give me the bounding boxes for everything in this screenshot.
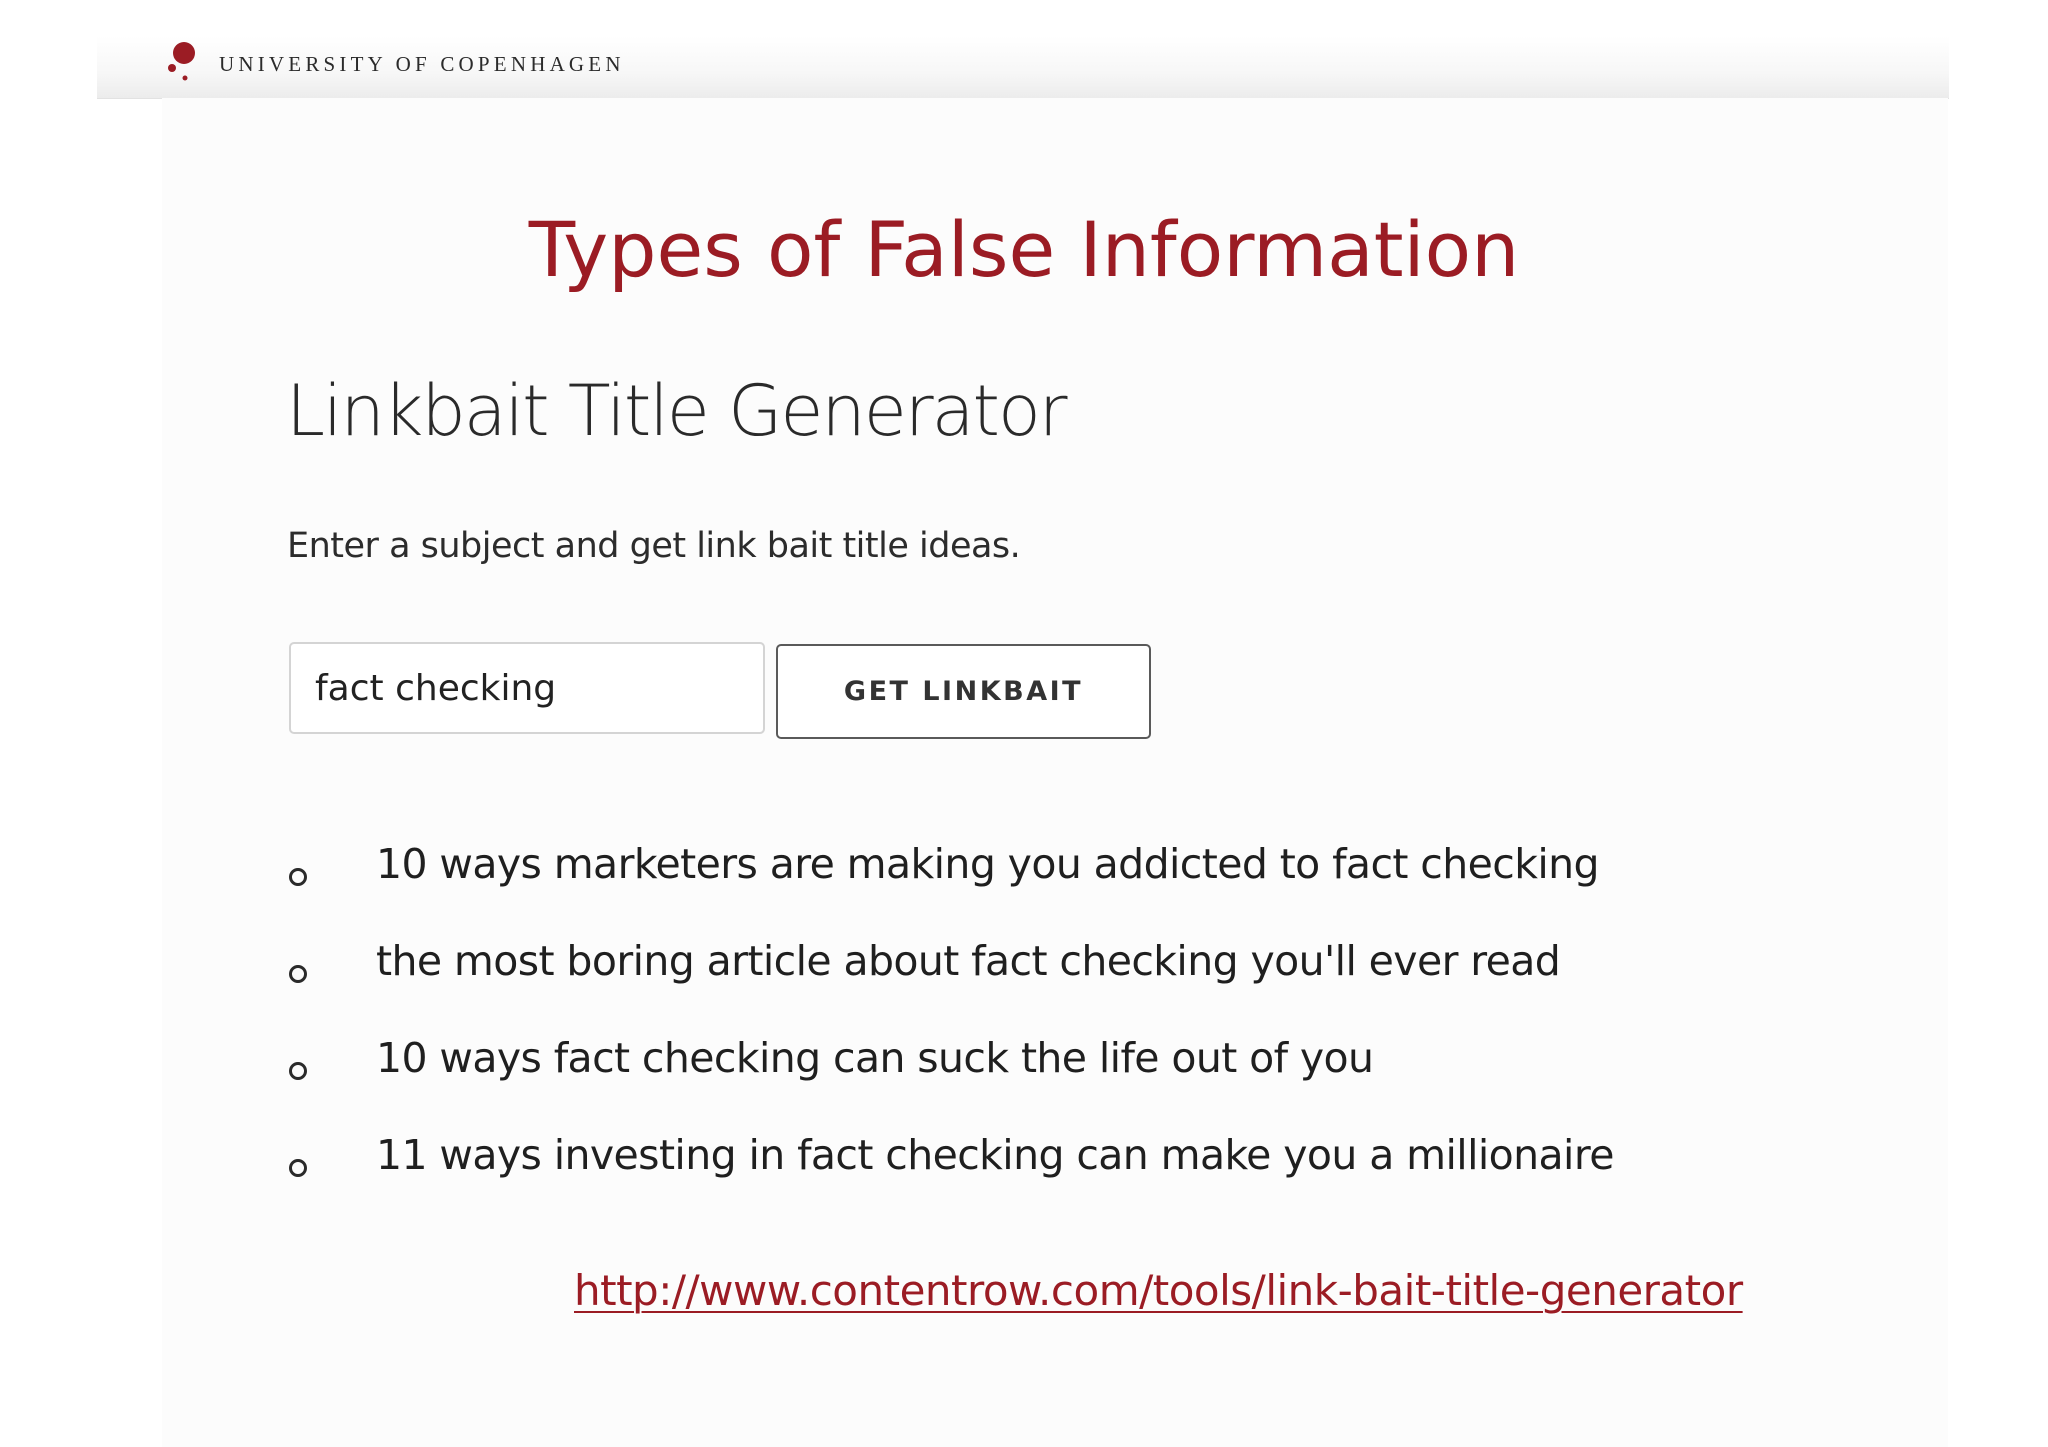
source-link[interactable]: http://www.contentrow.com/tools/link-bai…: [574, 1266, 1743, 1315]
slide-title: Types of False Information: [528, 205, 1520, 294]
embedded-screenshot: [162, 98, 1948, 1447]
hollow-circle-bullet-icon: [289, 965, 307, 983]
result-text: 11 ways investing in fact checking can m…: [376, 1131, 1614, 1179]
hollow-circle-bullet-icon: [289, 1159, 307, 1177]
result-text: the most boring article about fact check…: [376, 937, 1561, 985]
get-linkbait-button[interactable]: GET LINKBAIT: [776, 644, 1151, 739]
tool-subtitle: Enter a subject and get link bait title …: [287, 526, 1021, 566]
result-text: 10 ways fact checking can suck the life …: [376, 1034, 1374, 1082]
hollow-circle-bullet-icon: [289, 1062, 307, 1080]
university-name: UNIVERSITY OF COPENHAGEN: [219, 52, 625, 76]
ku-seal-dots-icon: [168, 42, 195, 81]
hollow-circle-bullet-icon: [289, 868, 307, 886]
subject-input[interactable]: [289, 642, 765, 734]
slide: UNIVERSITY OF COPENHAGEN Types of False …: [0, 0, 2048, 1447]
result-text: 10 ways marketers are making you addicte…: [376, 840, 1600, 888]
tool-heading: Linkbait Title Generator: [286, 370, 1068, 452]
